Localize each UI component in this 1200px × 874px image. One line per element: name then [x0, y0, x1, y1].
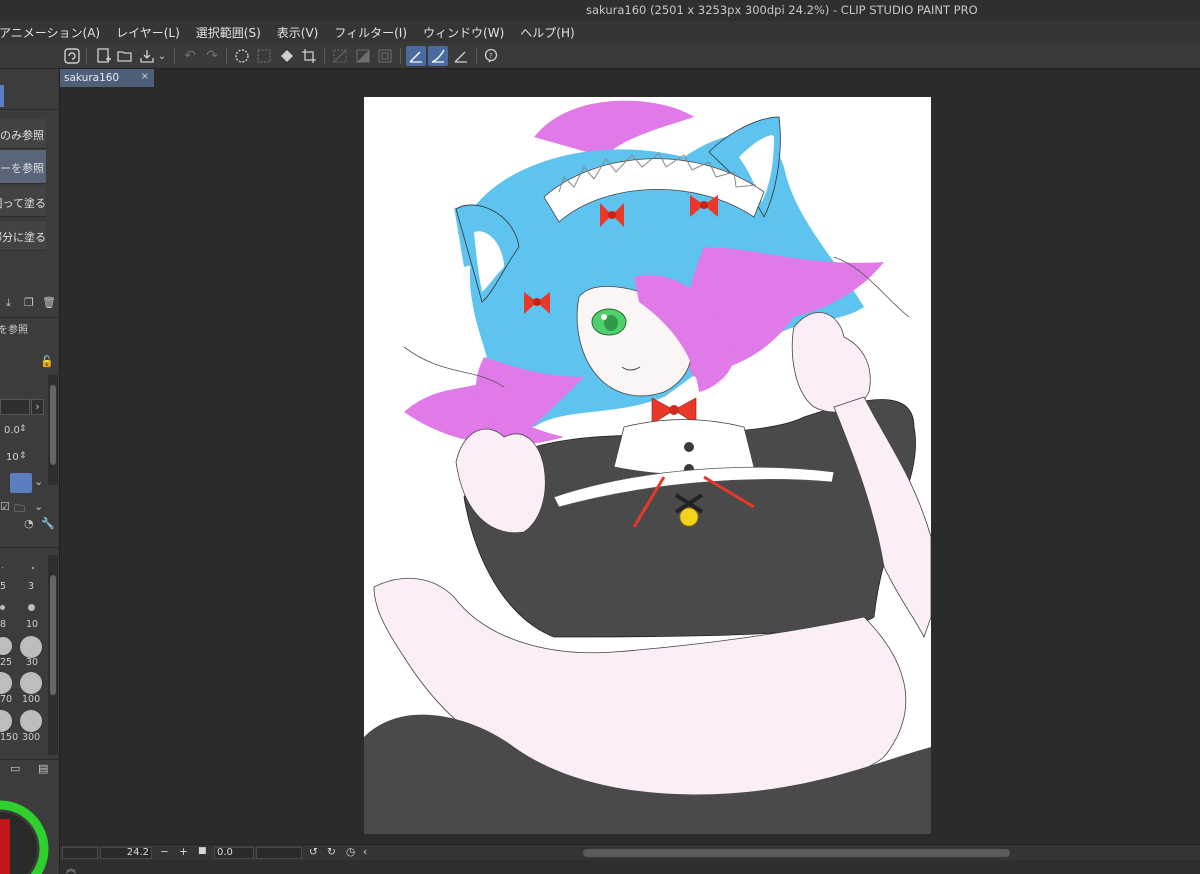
area-scaling-stepper-icon[interactable]: ⇕: [19, 451, 27, 461]
zoom-value[interactable]: 24.2: [100, 847, 152, 859]
brush-size-70[interactable]: 70: [0, 694, 12, 705]
scaling-mode-button[interactable]: [10, 473, 32, 493]
command-bar: ⌄ ↶ ↷ ?: [0, 43, 1200, 69]
stabilizer-icon[interactable]: [406, 46, 426, 66]
title-bar: sakura160 (2501 x 3253px 300dpi 24.2%) -…: [0, 0, 1200, 21]
fill-option-refer-other[interactable]: ーを参照: [0, 150, 46, 184]
ruler-icon[interactable]: [451, 46, 471, 66]
brush-size-5[interactable]: 5: [0, 581, 6, 592]
sub-tool-name: を参照]: [0, 325, 28, 336]
new-icon[interactable]: [94, 46, 114, 66]
brush-size-300[interactable]: 300: [22, 732, 40, 743]
expand-icon[interactable]: ︽: [66, 860, 76, 874]
document-tab[interactable]: sakura160 ×: [60, 69, 154, 87]
zoom-slider-left[interactable]: [62, 847, 98, 859]
rotation-slider[interactable]: [256, 847, 302, 859]
fill-option-refer-self[interactable]: のみ参照: [0, 119, 46, 149]
flip-icon[interactable]: ‹: [363, 846, 367, 858]
crop-icon[interactable]: [299, 46, 319, 66]
save-dropdown-icon[interactable]: ⌄: [155, 46, 169, 66]
bottom-bar: ︽: [60, 860, 1200, 874]
clip-studio-icon[interactable]: [62, 46, 82, 66]
checkbox-icon[interactable]: ☑: [0, 500, 10, 513]
deselect-icon[interactable]: [330, 46, 350, 66]
fill-option-enclose[interactable]: 囲って塗る: [0, 187, 46, 217]
menu-selection[interactable]: 選択範囲(S): [196, 24, 261, 41]
redo-icon[interactable]: ↷: [202, 46, 222, 66]
rotate-right-icon[interactable]: ↻: [327, 846, 336, 858]
tool-property-panel: のみ参照 ーを参照 囲って塗る 部分に塗る ⤓ ❐ 🗑 を参照] 🔓 › 0.0…: [0, 69, 60, 874]
chevron-down-icon[interactable]: ⌄: [34, 500, 43, 513]
lock-icon[interactable]: 🔓: [40, 355, 54, 368]
chevron-right-icon[interactable]: ›: [31, 399, 44, 415]
document-tab-strip: sakura160 ×: [60, 69, 1200, 87]
chevron-down-icon[interactable]: ⌄: [34, 475, 43, 488]
brush-size-3[interactable]: 3: [28, 581, 34, 592]
open-icon[interactable]: [115, 46, 135, 66]
brush-size-150[interactable]: 150: [0, 732, 18, 743]
brush-size-100[interactable]: 100: [22, 694, 40, 705]
trash-icon[interactable]: 🗑: [42, 296, 56, 309]
download-icon[interactable]: ⤓: [6, 296, 11, 310]
brush-size-scrollbar[interactable]: [48, 555, 58, 755]
panel-icon-a[interactable]: ▭: [10, 762, 20, 775]
property-scrollbar[interactable]: [48, 375, 58, 485]
duplicate-icon[interactable]: ❐: [24, 296, 34, 309]
rotation-value[interactable]: 0.0: [214, 847, 254, 859]
brush-size-25[interactable]: 25: [0, 657, 12, 668]
area-scaling-value[interactable]: 10: [6, 452, 19, 463]
menu-view[interactable]: 表示(V): [277, 24, 319, 41]
invert-selection-icon[interactable]: [353, 46, 373, 66]
clear-outside-icon[interactable]: [254, 46, 274, 66]
show-selection-icon[interactable]: [375, 46, 395, 66]
close-icon[interactable]: ×: [141, 71, 149, 82]
undo-icon[interactable]: ↶: [180, 46, 200, 66]
fill-option-paint-unfilled[interactable]: 部分に塗る: [0, 221, 46, 251]
canvas-paper[interactable]: [364, 97, 931, 834]
tolerance-value[interactable]: 0.0: [4, 425, 20, 436]
panel-tab-indicator[interactable]: [0, 85, 4, 107]
menu-filter[interactable]: フィルター(I): [334, 24, 407, 41]
menu-bar: アニメーション(A) レイヤー(L) 選択範囲(S) 表示(V) フィルター(I…: [0, 21, 1200, 43]
svg-text:?: ?: [489, 52, 493, 60]
wrench-icon[interactable]: 🔧: [41, 517, 55, 530]
color-swatch-field[interactable]: [0, 399, 30, 415]
menu-window[interactable]: ウィンドウ(W): [423, 24, 504, 41]
zoom-out-button[interactable]: −: [160, 846, 169, 858]
horizontal-scrollbar[interactable]: [583, 849, 1010, 857]
snap-icon[interactable]: [428, 46, 448, 66]
document-tab-label: sakura160: [64, 72, 120, 84]
menu-animation[interactable]: アニメーション(A): [0, 24, 100, 41]
assist-icon[interactable]: ?: [481, 46, 501, 66]
reset-icon[interactable]: ◔: [24, 517, 34, 530]
window-title: sakura160 (2501 x 3253px 300dpi 24.2%) -…: [586, 3, 978, 17]
reset-rotation-icon[interactable]: ◷: [346, 846, 355, 858]
canvas-area[interactable]: [60, 87, 1200, 844]
clear-icon[interactable]: [232, 46, 252, 66]
tolerance-stepper-icon[interactable]: ⇕: [19, 424, 27, 434]
color-wheel[interactable]: [0, 779, 60, 874]
artwork-illustration: [364, 100, 931, 834]
menu-layer[interactable]: レイヤー(L): [116, 24, 180, 41]
panel-icon-b[interactable]: ▤: [38, 762, 48, 775]
brush-size-30[interactable]: 30: [26, 657, 38, 668]
brush-size-10[interactable]: 10: [26, 619, 38, 630]
brush-size-8[interactable]: 8: [0, 619, 6, 630]
save-icon[interactable]: [137, 46, 157, 66]
zoom-in-button[interactable]: +: [179, 846, 188, 858]
menu-help[interactable]: ヘルプ(H): [520, 24, 574, 41]
rotate-left-icon[interactable]: ↺: [309, 846, 318, 858]
navigator-status-bar: 24.2 − + ■ 0.0 ↺ ↻ ◷ ‹: [60, 844, 1200, 860]
fill-icon[interactable]: [277, 46, 297, 66]
fit-icon[interactable]: ■: [198, 846, 207, 856]
